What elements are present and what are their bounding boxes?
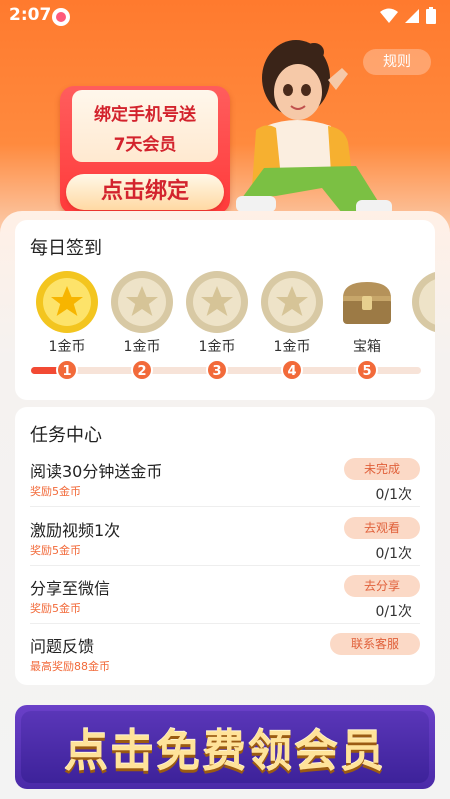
signin-step-5: 5 <box>356 359 378 381</box>
divider <box>30 623 420 624</box>
share-button[interactable]: 去分享 <box>344 575 420 597</box>
banner-text: 点击免费领会员 <box>64 726 386 777</box>
task-status-button[interactable]: 未完成 <box>344 458 420 480</box>
treasure-chest-icon <box>343 282 391 324</box>
task-title: 分享至微信 <box>30 579 111 598</box>
promo-panel: 绑定手机号送 7天会员 <box>72 90 218 162</box>
daily-signin-card: 每日签到 1金币 1金币 1金币 1金币 宝箱 1 2 3 4 5 <box>15 220 435 400</box>
signin-day-label: 1金币 <box>48 339 86 355</box>
battery-icon <box>426 7 436 24</box>
coin-star-silver-icon <box>261 271 323 333</box>
task-share-wechat: 分享至微信 奖励5金币 去分享 0/1次 <box>30 575 420 633</box>
girl-illustration <box>236 40 392 218</box>
task-read-30min: 阅读30分钟送金币 奖励5金币 未完成 0/1次 <box>30 458 420 516</box>
signin-title: 每日签到 <box>30 238 102 259</box>
wifi-icon <box>380 8 398 23</box>
bind-now-button[interactable]: 点击绑定 <box>66 174 224 210</box>
status-bar: 2:07 <box>0 0 450 32</box>
task-title: 阅读30分钟送金币 <box>30 462 163 481</box>
signin-step-1: 1 <box>56 359 78 381</box>
task-count: 0/1次 <box>375 546 412 562</box>
task-watch-video: 激励视频1次 奖励5金币 去观看 0/1次 <box>30 517 420 575</box>
signin-day-label: 1金币 <box>123 339 161 355</box>
partial-coin-icon <box>412 272 435 332</box>
divider <box>30 565 420 566</box>
task-reward: 最高奖励88金币 <box>30 660 110 673</box>
task-feedback: 问题反馈 最高奖励88金币 联系客服 <box>30 633 420 691</box>
contact-support-button[interactable]: 联系客服 <box>330 633 420 655</box>
status-time: 2:07 <box>9 5 52 25</box>
task-center-card: 任务中心 阅读30分钟送金币 奖励5金币 未完成 0/1次 激励视频1次 奖励5… <box>15 407 435 685</box>
coin-star-silver-icon <box>111 271 173 333</box>
task-reward: 奖励5金币 <box>30 544 81 557</box>
task-title: 问题反馈 <box>30 637 95 656</box>
signal-icon <box>405 8 419 23</box>
divider <box>30 506 420 507</box>
watch-video-button[interactable]: 去观看 <box>344 517 420 539</box>
signin-step-3: 3 <box>206 359 228 381</box>
promo-line1: 绑定手机号送 <box>94 105 196 125</box>
signin-step-4: 4 <box>281 359 303 381</box>
signin-step-2: 2 <box>131 359 153 381</box>
signin-day-label: 1金币 <box>273 339 311 355</box>
task-center-title: 任务中心 <box>30 425 102 446</box>
coin-star-gold-icon <box>36 271 98 333</box>
promo-line2: 7天会员 <box>113 135 177 155</box>
task-title: 激励视频1次 <box>30 521 121 540</box>
free-membership-banner[interactable]: 点击免费领会员 <box>15 705 435 789</box>
signin-day-label: 宝箱 <box>353 339 381 355</box>
signin-day-label: 1金币 <box>198 339 236 355</box>
coin-star-silver-icon <box>186 271 248 333</box>
task-reward: 奖励5金币 <box>30 485 81 498</box>
task-count: 0/1次 <box>375 604 412 620</box>
app-notification-icon <box>52 8 70 26</box>
bind-phone-promo[interactable]: 绑定手机号送 7天会员 点击绑定 <box>60 86 230 214</box>
task-count: 0/1次 <box>375 487 412 503</box>
status-icons <box>380 7 436 24</box>
task-reward: 奖励5金币 <box>30 602 81 615</box>
